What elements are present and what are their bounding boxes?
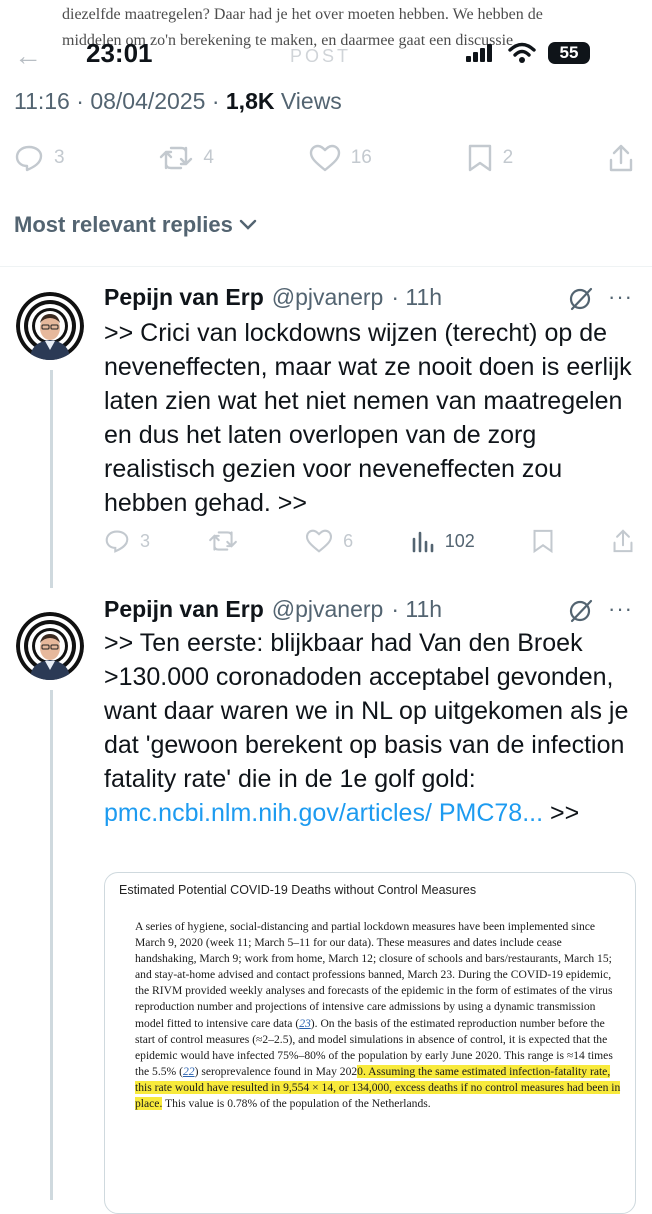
reply-text: >> Crici van lockdowns wijzen (terecht) … <box>104 319 632 517</box>
back-arrow-icon[interactable]: ← <box>14 40 42 72</box>
grok-icon[interactable] <box>568 598 594 624</box>
author-name[interactable]: Pepijn van Erp <box>104 596 264 623</box>
share-button[interactable] <box>608 143 634 173</box>
views-count: 1,8K <box>225 88 275 114</box>
replies-sort-label: Most relevant replies <box>14 212 233 237</box>
views-button[interactable]: 102 <box>411 529 475 553</box>
author-handle[interactable]: @pjvanerp <box>272 596 384 623</box>
reply-text-tail: >> <box>550 799 580 827</box>
reply-text: >> Ten eerste: blijkbaar had Van den Bro… <box>104 626 634 830</box>
status-time: 23:01 <box>86 38 153 68</box>
embedded-image[interactable]: Estimated Potential COVID-19 Deaths with… <box>104 872 636 1214</box>
bookmark-button[interactable]: 2 <box>467 143 514 173</box>
author-handle[interactable]: @pjvanerp <box>272 284 384 311</box>
reply-icon <box>15 145 43 172</box>
views-count: 102 <box>444 530 475 551</box>
share-icon <box>613 529 633 553</box>
reply-icon <box>105 530 129 553</box>
reply-header: Pepijn van Erp @pjvanerp · 11h <box>104 284 442 311</box>
repost-count: 4 <box>203 147 214 168</box>
heart-icon <box>306 529 333 553</box>
more-options-icon[interactable]: ··· <box>608 596 633 622</box>
avatar[interactable] <box>16 292 84 360</box>
meta-separator: · <box>76 88 84 114</box>
more-options-icon[interactable]: ··· <box>608 284 633 310</box>
like-count: 6 <box>343 530 354 551</box>
card-text-part: ) seroprevalence found in May 202 <box>194 1064 358 1078</box>
card-paragraph: A series of hygiene, social-distancing a… <box>135 919 625 1112</box>
post-meta: 11:16 · 08/04/2025 · 1,8K Views <box>14 88 342 115</box>
reply-count: 3 <box>140 530 151 551</box>
wifi-icon <box>508 42 536 64</box>
share-icon <box>609 144 633 172</box>
bookmark-icon <box>533 529 553 554</box>
divider <box>0 266 652 267</box>
bleed-text-line: diezelfde maatregelen? Daar had je het o… <box>62 6 543 23</box>
thread-line <box>50 690 53 1200</box>
meta-separator: · <box>211 88 220 114</box>
bookmark-count: 2 <box>502 147 514 168</box>
reply-text-body: >> Ten eerste: blijkbaar had Van den Bro… <box>104 629 629 793</box>
chevron-down-icon <box>239 219 257 230</box>
reply-button[interactable]: 3 <box>104 529 150 553</box>
post-action-bar: 3 4 16 2 <box>14 140 634 176</box>
reply-button[interactable]: 3 <box>14 144 65 172</box>
repost-button[interactable] <box>208 529 248 553</box>
reply-action-bar: 3 6 102 <box>104 528 634 554</box>
like-button[interactable]: 6 <box>305 529 353 553</box>
card-text-part: This value is 0.78% of the population of… <box>162 1097 431 1111</box>
reply-time: · 11h <box>391 284 443 310</box>
like-button[interactable]: 16 <box>309 144 372 172</box>
replies-sort-dropdown[interactable]: Most relevant replies <box>14 212 257 238</box>
thread-line <box>50 370 53 588</box>
citation-link: 23 <box>299 1016 311 1030</box>
bookmark-button[interactable] <box>532 528 554 554</box>
repost-icon <box>160 146 193 170</box>
analytics-icon <box>412 531 434 553</box>
citation-link: 22 <box>182 1064 195 1078</box>
avatar[interactable] <box>16 612 84 680</box>
article-link[interactable]: pmc.ncbi.nlm.nih.gov/articles/ PMC78... <box>104 799 543 827</box>
card-title: Estimated Potential COVID-19 Deaths with… <box>119 883 477 897</box>
reply-count: 3 <box>54 147 65 168</box>
post-time: 11:16 <box>14 88 70 114</box>
battery-level: 55 <box>559 43 579 62</box>
repost-icon <box>208 531 237 551</box>
author-name[interactable]: Pepijn van Erp <box>104 284 264 311</box>
like-count: 16 <box>350 147 372 168</box>
signal-icon <box>466 44 494 62</box>
battery-icon: 55 <box>548 42 590 64</box>
post-date: 08/04/2025 <box>90 88 206 114</box>
repost-button[interactable]: 4 <box>159 144 214 172</box>
grok-icon[interactable] <box>568 286 594 312</box>
share-button[interactable] <box>612 528 634 554</box>
views-label[interactable]: Views <box>281 88 342 114</box>
header-title: Post <box>290 46 352 66</box>
card-text-part: A series of hygiene, social-distancing a… <box>135 920 613 1030</box>
bookmark-icon <box>468 144 491 172</box>
reply-time: · 11h <box>391 596 443 622</box>
heart-icon <box>309 144 340 172</box>
reply-header: Pepijn van Erp @pjvanerp · 11h <box>104 596 442 623</box>
